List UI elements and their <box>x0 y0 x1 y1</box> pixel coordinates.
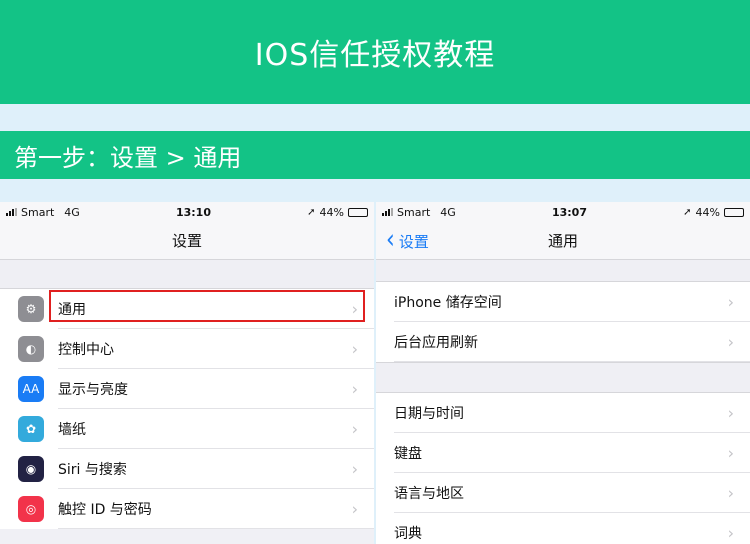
list-item-label: 显示与亮度 <box>58 382 128 398</box>
list-item-label: 后台应用刷新 <box>394 335 478 351</box>
title-banner: IOS信任授权教程 <box>0 0 750 104</box>
carrier-name: Smart <box>397 205 431 219</box>
signal-icon <box>382 208 393 216</box>
back-button[interactable]: ‹ 设置 <box>386 222 429 260</box>
list-item[interactable]: 日期与时间 › <box>376 393 750 433</box>
list-item-label: 触控 ID 与密码 <box>58 502 152 518</box>
chevron-right-icon: › <box>727 483 734 503</box>
general-group-1: iPhone 储存空间 › 后台应用刷新 › <box>376 282 750 362</box>
chevron-right-icon: › <box>727 292 734 312</box>
navigation-bar: 设置 <box>0 222 374 260</box>
general-group-2: 日期与时间 › 键盘 › 语言与地区 › 词典 › <box>376 393 750 544</box>
section-gap <box>0 260 374 289</box>
section-gap <box>376 260 750 282</box>
highlight-box <box>49 290 365 322</box>
settings-list: ⚙ 通用 › ◐ 控制中心 › AA 显示与亮度 › ✿ 墙纸 › ◉ Siri 与搜索 › ◎ 触控 ID 与… <box>0 289 374 529</box>
chevron-left-icon: ‹ <box>386 225 395 256</box>
navigation-bar: ‹ 设置 通用 <box>376 222 750 260</box>
battery-percent: 44% <box>319 205 344 219</box>
list-item[interactable]: ◐ 控制中心 › <box>0 329 374 369</box>
signal-icon <box>6 208 17 216</box>
battery-icon <box>723 207 744 217</box>
status-right: ➚ 44% <box>683 206 744 219</box>
chevron-right-icon: › <box>727 403 734 423</box>
list-item-label: 键盘 <box>394 446 422 462</box>
status-right: ➚ 44% <box>307 206 368 219</box>
list-item[interactable]: AA 显示与亮度 › <box>0 369 374 409</box>
chevron-right-icon: › <box>351 459 358 479</box>
banner-title: IOS信任授权教程 <box>254 38 496 73</box>
carrier-info: Smart 4G <box>6 206 80 219</box>
back-label: 设置 <box>398 232 429 251</box>
chevron-right-icon: › <box>351 499 358 519</box>
step-text: 第一步：设置 > 通用 <box>14 143 242 172</box>
list-item[interactable]: 键盘 › <box>376 433 750 473</box>
fingerprint-icon: ◎ <box>18 496 44 522</box>
gear-icon: ⚙ <box>18 296 44 322</box>
text-size-icon: AA <box>18 376 44 402</box>
list-item[interactable]: 语言与地区 › <box>376 473 750 513</box>
list-item-label: 日期与时间 <box>394 406 464 422</box>
list-item[interactable]: ◉ Siri 与搜索 › <box>0 449 374 489</box>
chevron-right-icon: › <box>351 339 358 359</box>
status-time: 13:07 <box>551 205 587 219</box>
carrier-info: Smart 4G <box>382 206 456 219</box>
toggle-icon: ◐ <box>18 336 44 362</box>
nav-title: 通用 <box>547 232 578 250</box>
list-item-label: 控制中心 <box>58 342 114 358</box>
chevron-right-icon: › <box>351 419 358 439</box>
settings-screen: Smart 4G 13:10 ➚ 44% 设置 ⚙ 通用 › ◐ 控制中心 › AA 显示与亮… <box>0 202 374 544</box>
nav-title: 设置 <box>171 232 202 250</box>
battery-icon <box>347 207 368 217</box>
network-type: 4G <box>440 205 456 219</box>
list-item[interactable]: ✿ 墙纸 › <box>0 409 374 449</box>
siri-icon: ◉ <box>18 456 44 482</box>
flower-icon: ✿ <box>18 416 44 442</box>
list-item[interactable]: ◎ 触控 ID 与密码 › <box>0 489 374 529</box>
location-arrow-icon: ➚ <box>683 206 692 218</box>
status-time: 13:10 <box>175 205 211 219</box>
chevron-right-icon: › <box>351 379 358 399</box>
list-item[interactable]: 后台应用刷新 › <box>376 322 750 362</box>
chevron-right-icon: › <box>727 523 734 543</box>
status-bar: Smart 4G 13:10 ➚ 44% <box>0 202 374 222</box>
list-item[interactable]: iPhone 储存空间 › <box>376 282 750 322</box>
step-bar: 第一步：设置 > 通用 <box>0 131 750 179</box>
list-item[interactable]: 词典 › <box>376 513 750 544</box>
general-screen: Smart 4G 13:07 ➚ 44% ‹ 设置 通用 iPhone 储存空间… <box>376 202 750 544</box>
chevron-right-icon: › <box>727 332 734 352</box>
carrier-name: Smart <box>21 205 55 219</box>
list-item-label: Siri 与搜索 <box>58 462 127 478</box>
section-gap <box>376 362 750 393</box>
status-bar: Smart 4G 13:07 ➚ 44% <box>376 202 750 222</box>
battery-percent: 44% <box>695 205 720 219</box>
location-arrow-icon: ➚ <box>307 206 316 218</box>
list-item-label: 语言与地区 <box>394 486 464 502</box>
list-item-label: 墙纸 <box>58 422 86 438</box>
list-item-label: iPhone 储存空间 <box>394 295 502 311</box>
list-item-label: 词典 <box>394 526 422 542</box>
network-type: 4G <box>64 205 80 219</box>
chevron-right-icon: › <box>727 443 734 463</box>
